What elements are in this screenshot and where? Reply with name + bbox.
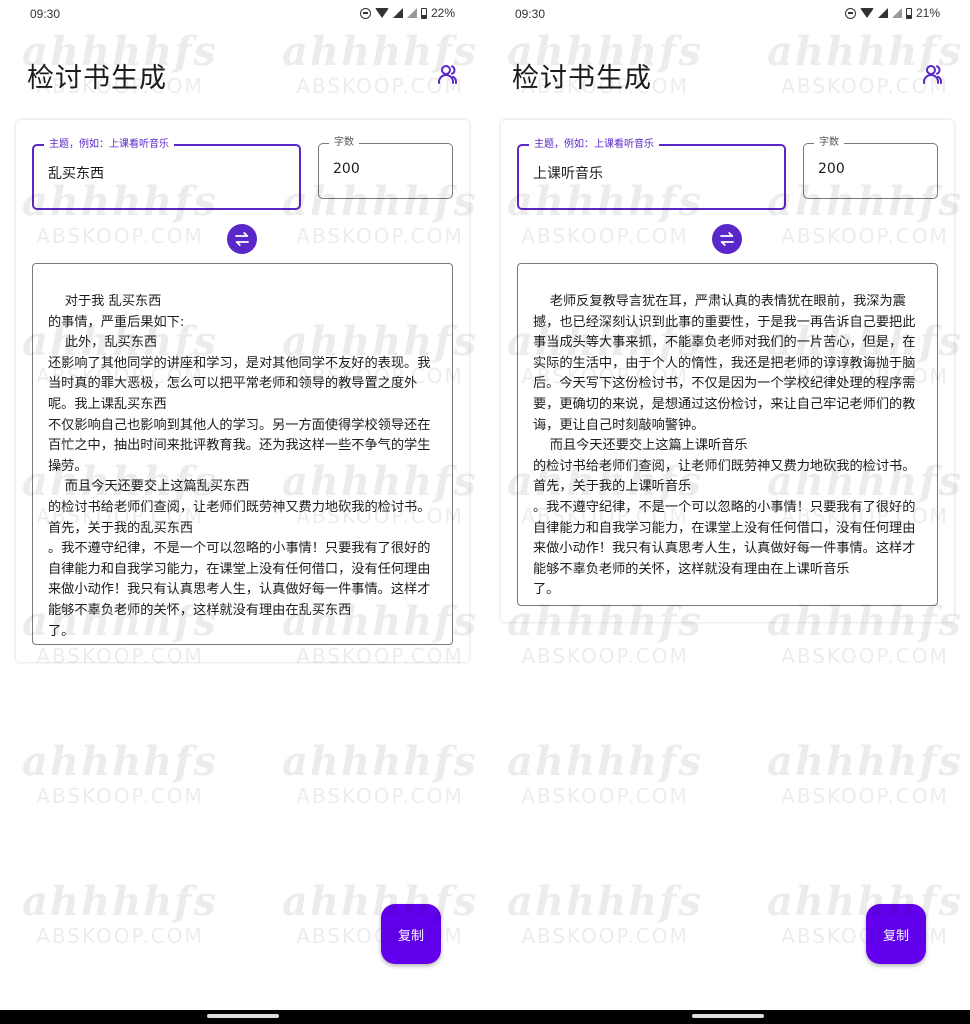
word-count-value[interactable]: 200 [818, 161, 845, 177]
result-textbox[interactable]: 老师反复教导言犹在耳，严肃认真的表情犹在眼前，我深为震撼，也已经深刻认识到此事的… [517, 263, 938, 606]
navigation-bar [0, 1010, 485, 1024]
status-time: 09:30 [515, 7, 546, 21]
result-text: 对于我 乱买东西 的事情，严重后果如下: 此外，乱买东西 还影响了其他同学的讲座… [48, 294, 431, 639]
generate-button[interactable] [712, 224, 742, 254]
screen-left: 09:30 22% 检讨书生成 主题，例如：上课看听音乐 乱买东西 字数 200 [0, 0, 485, 1024]
topic-input-value[interactable]: 上课听音乐 [533, 163, 603, 183]
status-bar: 09:30 21% [485, 0, 970, 28]
topic-input-value[interactable]: 乱买东西 [48, 163, 104, 183]
status-time: 09:30 [30, 7, 61, 21]
word-count-label: 字数 [329, 136, 359, 150]
word-count-input[interactable]: 字数 200 [318, 136, 453, 199]
signal-icon [406, 8, 417, 18]
page-title: 检讨书生成 [27, 63, 167, 94]
generator-card: 主题，例如：上课看听音乐 乱买东西 字数 200 对于我 乱买东西 的事情，严重… [16, 120, 469, 662]
people-icon[interactable] [922, 62, 946, 86]
home-gesture-handle[interactable] [207, 1014, 279, 1018]
topic-input-label: 主题，例如：上课看听音乐 [44, 138, 174, 152]
battery-icon [905, 7, 912, 19]
signal-icon [392, 8, 403, 18]
result-textbox[interactable]: 对于我 乱买东西 的事情，严重后果如下: 此外，乱买东西 还影响了其他同学的讲座… [32, 263, 453, 645]
wifi-icon [859, 8, 874, 18]
people-icon[interactable] [437, 62, 461, 86]
topic-input[interactable]: 主题，例如：上课看听音乐 乱买东西 [32, 138, 301, 210]
word-count-input[interactable]: 字数 200 [803, 136, 938, 199]
battery-icon [420, 7, 427, 19]
navigation-bar [485, 1010, 970, 1024]
battery-percent: 21% [915, 6, 940, 20]
topic-input[interactable]: 主题，例如：上课看听音乐 上课听音乐 [517, 138, 786, 210]
copy-button[interactable]: 复制 [866, 904, 926, 964]
signal-icon [891, 8, 902, 18]
generator-card: 主题，例如：上课看听音乐 上课听音乐 字数 200 老师反复教导言犹在耳，严肃认… [501, 120, 954, 622]
dnd-icon [844, 7, 856, 19]
swap-icon [720, 232, 734, 246]
generate-button[interactable] [227, 224, 257, 254]
copy-button[interactable]: 复制 [381, 904, 441, 964]
topic-input-label: 主题，例如：上课看听音乐 [529, 138, 659, 152]
dnd-icon [359, 7, 371, 19]
word-count-value[interactable]: 200 [333, 161, 360, 177]
battery-percent: 22% [430, 6, 455, 20]
result-text: 老师反复教导言犹在耳，严肃认真的表情犹在眼前，我深为震撼，也已经深刻认识到此事的… [533, 294, 916, 598]
home-gesture-handle[interactable] [692, 1014, 764, 1018]
word-count-label: 字数 [814, 136, 844, 150]
status-bar: 09:30 22% [0, 0, 485, 28]
wifi-icon [374, 8, 389, 18]
page-title: 检讨书生成 [512, 63, 652, 94]
screen-right: 09:30 21% 检讨书生成 主题，例如：上课看听音乐 上课听音乐 字数 20… [485, 0, 970, 1024]
signal-icon [877, 8, 888, 18]
swap-icon [235, 232, 249, 246]
